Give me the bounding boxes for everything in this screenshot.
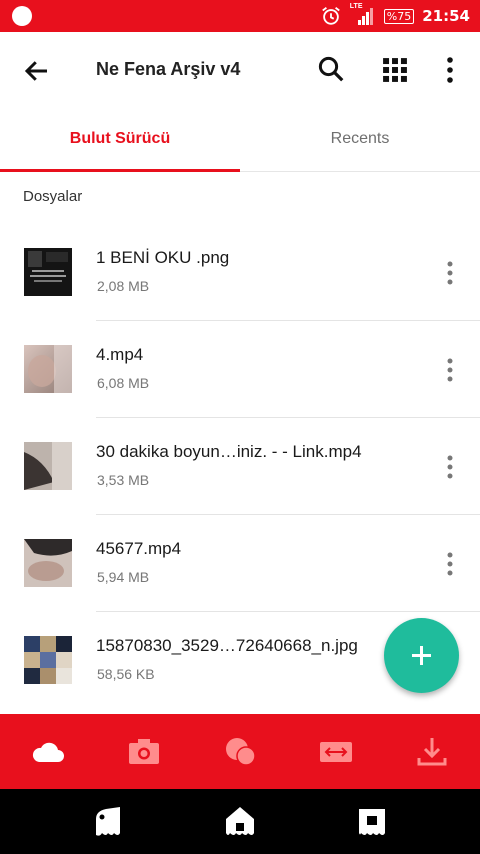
back-arrow-icon[interactable]: [22, 56, 52, 86]
battery-indicator: %75: [383, 8, 415, 24]
transfer-icon[interactable]: [318, 734, 354, 770]
file-thumbnail: [24, 636, 72, 684]
status-bar: LTE %75 21:54: [0, 0, 480, 32]
file-name: 30 dakika boyun…iniz. - - Link.mp4: [96, 442, 362, 461]
file-name: 4.mp4: [96, 345, 144, 364]
plus-icon: [412, 646, 431, 665]
file-size: 3,53 MB: [97, 472, 150, 488]
file-size: 58,56 KB: [97, 666, 155, 682]
list-item[interactable]: 30 dakika boyun…iniz. - - Link.mp4 3,53 …: [0, 418, 480, 515]
status-bar-right: LTE %75 21:54: [320, 0, 470, 32]
alarm-icon: [321, 7, 340, 25]
file-thumbnail: [24, 539, 72, 587]
item-more-icon[interactable]: [440, 357, 460, 383]
file-name: 45677.mp4: [96, 539, 182, 558]
page-title: Ne Fena Arşiv v4: [96, 59, 241, 79]
camera-icon[interactable]: [126, 734, 162, 770]
section-header: Dosyalar: [23, 188, 83, 205]
clock: 21:54: [422, 7, 470, 25]
add-fab-button[interactable]: [384, 618, 459, 693]
list-item[interactable]: 1 BENİ OKU .png 2,08 MB: [0, 224, 480, 321]
item-more-icon[interactable]: [440, 551, 460, 577]
tab-cloud-drive[interactable]: Bulut Sürücü: [0, 108, 240, 172]
system-navigation-bar: [0, 789, 480, 854]
home-system-icon[interactable]: [224, 805, 256, 839]
download-icon[interactable]: [414, 734, 450, 770]
file-size: 5,94 MB: [97, 569, 150, 585]
tab-bar: Bulut Sürücü Recents: [0, 108, 480, 172]
grid-view-icon[interactable]: [382, 57, 408, 83]
recents-system-icon[interactable]: [356, 805, 388, 839]
item-more-icon[interactable]: [440, 454, 460, 480]
more-vert-icon[interactable]: [440, 54, 460, 86]
notification-dot-icon: [12, 6, 32, 26]
signal-icon: LTE: [349, 3, 376, 27]
list-item[interactable]: 45677.mp4 5,94 MB: [0, 515, 480, 612]
cloud-icon[interactable]: [30, 734, 66, 770]
network-type-label: LTE: [349, 3, 363, 10]
back-system-icon[interactable]: [92, 805, 124, 839]
file-name: 1 BENİ OKU .png: [96, 248, 230, 267]
item-more-icon[interactable]: [440, 260, 460, 286]
active-tab-indicator: [0, 169, 240, 172]
file-thumbnail: [24, 345, 72, 393]
search-icon[interactable]: [316, 54, 346, 84]
file-size: 6,08 MB: [97, 375, 150, 391]
tab-recents[interactable]: Recents: [240, 108, 480, 172]
list-item[interactable]: 4.mp4 6,08 MB: [0, 321, 480, 418]
file-size: 2,08 MB: [97, 278, 150, 294]
bottom-navigation: [0, 714, 480, 789]
file-thumbnail: [24, 442, 72, 490]
chat-icon[interactable]: [222, 734, 258, 770]
file-thumbnail: [24, 248, 72, 296]
file-name: 15870830_3529…72640668_n.jpg: [96, 636, 358, 655]
app-bar: Ne Fena Arşiv v4: [0, 32, 480, 108]
